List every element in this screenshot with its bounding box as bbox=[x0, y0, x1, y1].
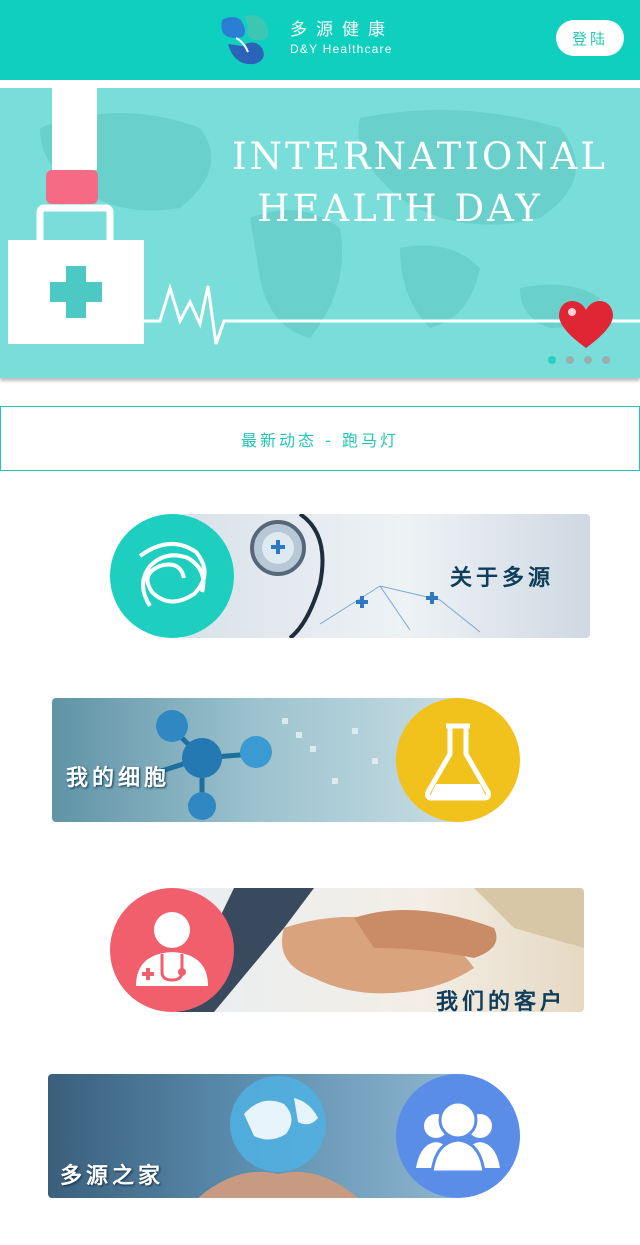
duoyuan-home-card[interactable]: 多源之家 bbox=[48, 1074, 520, 1198]
heart-icon bbox=[559, 301, 613, 348]
carousel-dot[interactable] bbox=[584, 356, 592, 364]
my-cells-card[interactable]: 我的细胞 bbox=[52, 698, 520, 822]
our-customers-circle-badge bbox=[110, 888, 234, 1012]
header-bar: 多源健康 D&Y Healthcare 登陆 bbox=[0, 0, 640, 80]
login-button[interactable]: 登陆 bbox=[556, 20, 624, 56]
duoyuan-home-card-label: 多源之家 bbox=[60, 1164, 165, 1189]
carousel-indicators bbox=[548, 356, 610, 364]
news-marquee[interactable]: 最新动态 - 跑马灯 bbox=[0, 406, 640, 471]
brand-text: 多源健康 D&Y Healthcare bbox=[290, 20, 394, 58]
carousel-dot[interactable] bbox=[602, 356, 610, 364]
my-cells-circle-badge bbox=[396, 698, 520, 822]
about-card[interactable]: 关于多源 bbox=[110, 514, 590, 638]
my-cells-card-label: 我的细胞 bbox=[66, 766, 171, 791]
banner-carousel[interactable]: INTERNATIONAL HEALTH DAY bbox=[0, 88, 640, 378]
doctor-icon bbox=[136, 912, 208, 986]
about-card-label: 关于多源 bbox=[450, 566, 555, 591]
duoyuan-home-circle-badge bbox=[396, 1074, 520, 1198]
dy-logo-icon[interactable] bbox=[214, 8, 274, 68]
banner-title-line2: HEALTH DAY bbox=[257, 187, 543, 230]
knot-logo-icon bbox=[138, 541, 207, 608]
about-circle-badge bbox=[110, 514, 234, 638]
carousel-dot[interactable] bbox=[566, 356, 574, 364]
family-icon bbox=[416, 1100, 500, 1174]
brand-name-en: D&Y Healthcare bbox=[290, 42, 393, 56]
carousel-dot[interactable] bbox=[548, 356, 556, 364]
brand-name-cn: 多源健康 bbox=[290, 20, 394, 40]
banner-title-line1: INTERNATIONAL bbox=[232, 135, 608, 178]
our-customers-card[interactable]: 我们的客户 bbox=[110, 888, 584, 1015]
news-marquee-text: 最新动态 - 跑马灯 bbox=[241, 430, 399, 450]
flask-icon bbox=[425, 723, 491, 801]
heartbeat-line bbox=[144, 282, 640, 345]
our-customers-card-label: 我们的客户 bbox=[436, 990, 567, 1015]
